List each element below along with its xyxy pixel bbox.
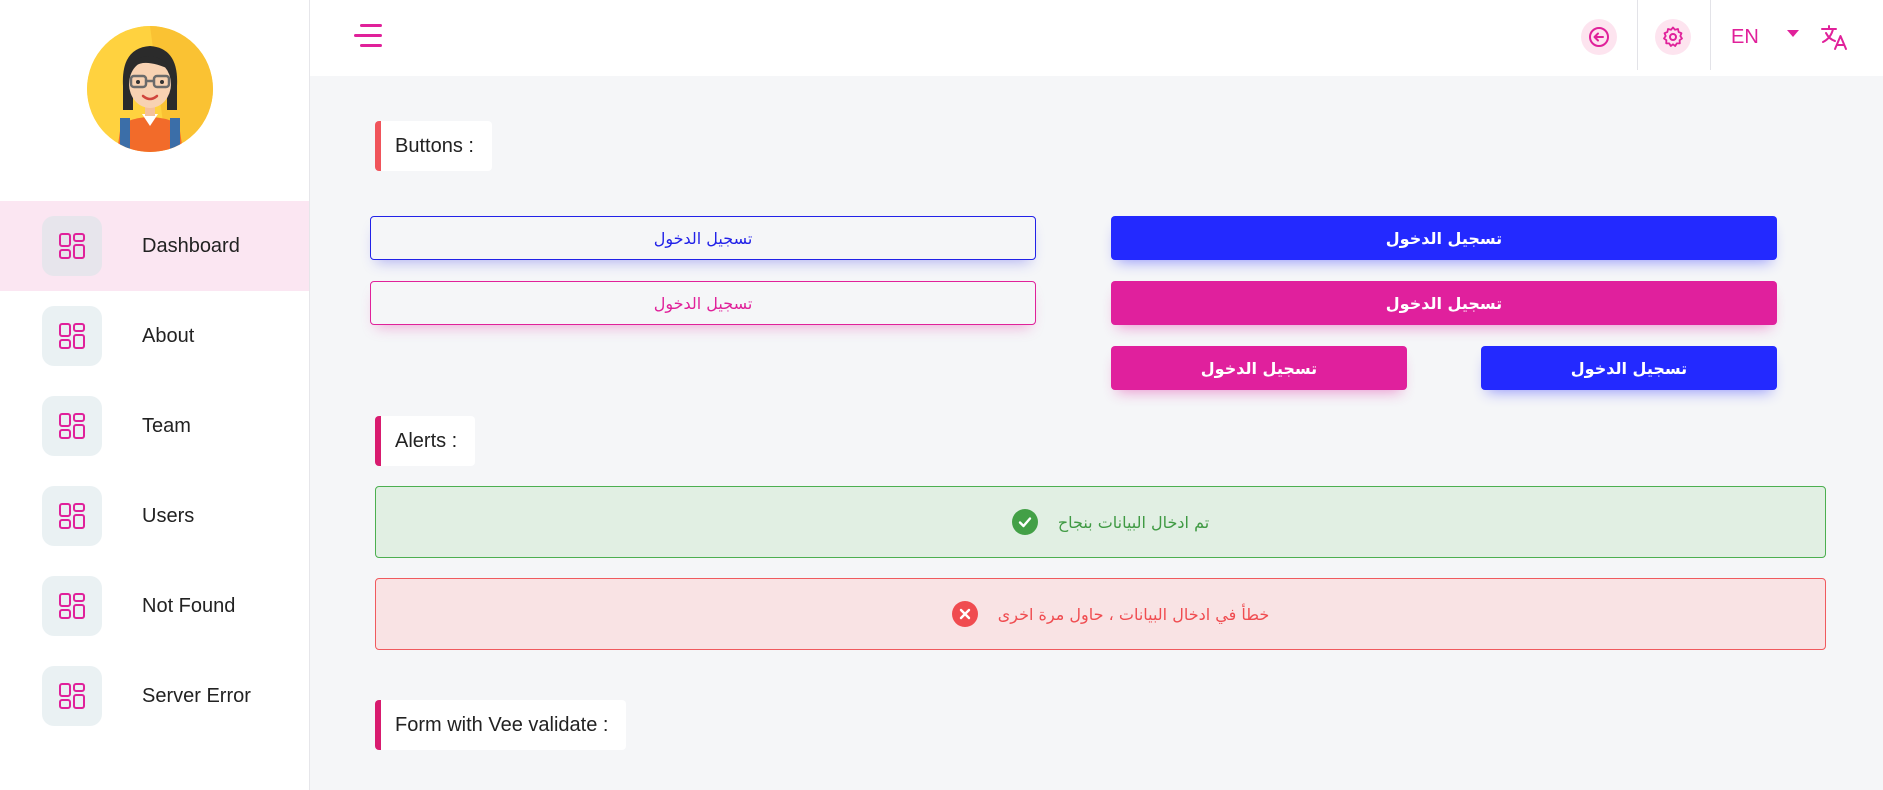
sidebar-item-team[interactable]: Team: [0, 381, 309, 471]
sidebar-item-label: Not Found: [142, 594, 236, 617]
sidebar-item-about[interactable]: About: [0, 291, 309, 381]
dashboard-icon: [42, 486, 102, 546]
translate-icon[interactable]: [1819, 22, 1849, 52]
user-avatar[interactable]: [87, 26, 213, 152]
error-alert-text: خطأ في ادخال البيانات ، حاول مرة اخرى: [997, 604, 1270, 624]
dashboard-icon: [42, 576, 102, 636]
sidebar-item-label: Users: [142, 504, 195, 527]
sidebar-item-not-found[interactable]: Not Found: [0, 561, 309, 651]
dashboard-icon: [42, 216, 102, 276]
sidebar-item-users[interactable]: Users: [0, 471, 309, 561]
login-button-solid-pink[interactable]: تسجيل الدخول: [1111, 281, 1777, 325]
sidebar: Dashboard About Team Users Not Found Ser…: [0, 0, 310, 790]
sidebar-item-label: Server Error: [142, 684, 251, 707]
section-title-alerts: Alerts :: [375, 416, 476, 466]
check-circle-icon: [1011, 509, 1038, 535]
dashboard-icon: [42, 396, 102, 456]
chevron-down-icon[interactable]: [1787, 30, 1799, 37]
login-button-small-blue[interactable]: تسجيل الدخول: [1481, 346, 1777, 390]
topbar: EN: [310, 0, 1883, 76]
language-selector[interactable]: EN: [1731, 26, 1759, 49]
success-alert: تم ادخال البيانات بنجاح: [375, 486, 1826, 558]
sidebar-item-server-error[interactable]: Server Error: [0, 651, 309, 741]
success-alert-text: تم ادخال البيانات بنجاح: [1057, 512, 1210, 532]
login-button-small-pink[interactable]: تسجيل الدخول: [1111, 346, 1407, 390]
section-title-form: Form with Vee validate :: [375, 700, 627, 750]
sidebar-item-dashboard[interactable]: Dashboard: [0, 201, 309, 291]
sidebar-item-label: Team: [142, 414, 191, 437]
section-title-buttons: Buttons :: [375, 121, 492, 171]
close-circle-icon: [951, 601, 978, 627]
login-button-outline-pink[interactable]: تسجيل الدخول: [370, 281, 1036, 325]
dashboard-icon: [42, 666, 102, 726]
login-button-solid-blue[interactable]: تسجيل الدخول: [1111, 216, 1777, 260]
sidebar-item-label: About: [142, 324, 195, 347]
topbar-divider: [1637, 0, 1638, 70]
sidebar-item-label: Dashboard: [142, 234, 240, 257]
error-alert: خطأ في ادخال البيانات ، حاول مرة اخرى: [375, 578, 1826, 650]
dashboard-icon: [42, 306, 102, 366]
topbar-divider: [1710, 0, 1711, 70]
settings-icon[interactable]: [1655, 19, 1691, 55]
menu-toggle-icon[interactable]: [350, 22, 382, 50]
login-button-outline-blue[interactable]: تسجيل الدخول: [370, 216, 1036, 260]
logout-icon[interactable]: [1581, 19, 1617, 55]
sidebar-nav: Dashboard About Team Users Not Found Ser…: [0, 201, 309, 741]
